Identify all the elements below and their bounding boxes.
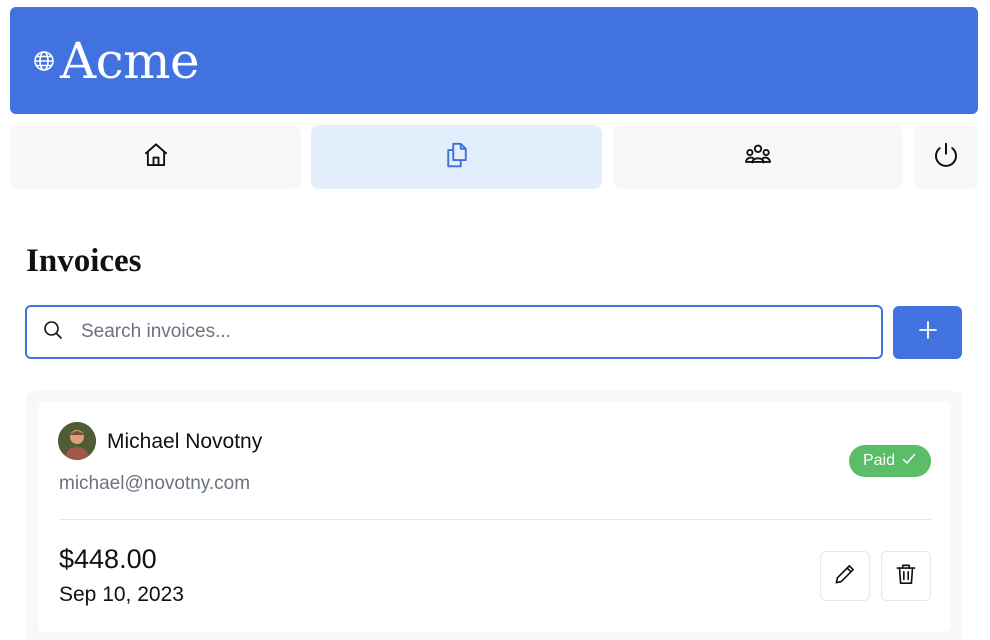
nav-customers[interactable] [613, 125, 903, 189]
invoice-date: Sep 10, 2023 [59, 583, 184, 606]
documents-icon [442, 140, 472, 175]
app-header: Acme [10, 7, 978, 114]
brand-name[interactable]: Acme [60, 36, 200, 86]
page-title: Invoices [26, 243, 142, 279]
edit-button[interactable] [820, 551, 870, 601]
divider [59, 519, 931, 520]
nav-home[interactable] [10, 125, 301, 189]
edit-icon [832, 561, 858, 592]
main-nav [10, 125, 978, 189]
users-icon [743, 140, 773, 175]
avatar [58, 422, 96, 460]
home-icon [141, 140, 171, 175]
status-badge: Paid [849, 445, 931, 477]
invoice-card: Michael Novotny michael@novotny.com Paid… [38, 402, 951, 632]
customer-email: michael@novotny.com [59, 473, 251, 494]
add-invoice-button[interactable] [893, 306, 962, 359]
power-icon [931, 140, 961, 175]
nav-logout[interactable] [914, 125, 978, 189]
status-label: Paid [862, 452, 896, 469]
trash-icon [893, 561, 919, 592]
search-input[interactable] [81, 321, 841, 343]
delete-button[interactable] [881, 551, 931, 601]
invoice-amount: $448.00 [59, 544, 157, 574]
check-icon [901, 451, 917, 472]
globe-icon [32, 49, 56, 73]
plus-icon [916, 318, 940, 347]
search-bar[interactable] [25, 305, 883, 359]
nav-invoices[interactable] [311, 125, 602, 189]
customer-name: Michael Novotny [107, 430, 263, 453]
search-icon [41, 318, 65, 347]
invoice-list: Michael Novotny michael@novotny.com Paid… [26, 391, 962, 640]
